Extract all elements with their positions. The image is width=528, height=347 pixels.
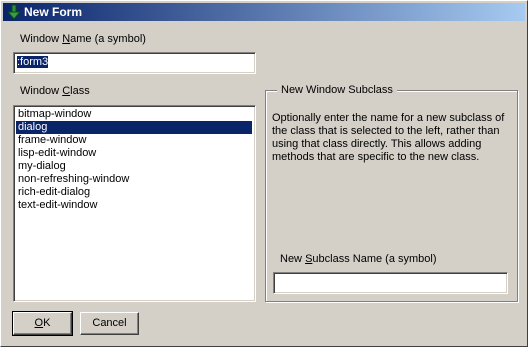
- subclass-name-label: New Subclass Name (a symbol): [280, 253, 437, 265]
- subclass-description: Optionally enter the name for a new subc…: [272, 112, 505, 163]
- window-name-input[interactable]: :form3: [13, 52, 256, 74]
- window-name-value: :form3: [17, 56, 49, 68]
- list-item[interactable]: my-dialog: [16, 160, 66, 173]
- window-title: New Form: [24, 5, 83, 19]
- subclass-name-input[interactable]: [273, 272, 508, 294]
- title-bar[interactable]: New Form: [3, 3, 525, 21]
- list-item[interactable]: rich-edit-dialog: [16, 186, 90, 199]
- list-item[interactable]: bitmap-window: [16, 108, 91, 121]
- new-form-dialog: New Form Window Name (a symbol) :form3 W…: [0, 0, 528, 347]
- window-name-label: Window Name (a symbol): [20, 33, 146, 45]
- list-item[interactable]: text-edit-window: [16, 199, 97, 212]
- group-title: New Window Subclass: [277, 84, 397, 96]
- window-class-label: Window Class: [20, 85, 90, 97]
- list-item[interactable]: lisp-edit-window: [16, 147, 96, 160]
- window-class-list[interactable]: bitmap-window dialog frame-window lisp-edit…: [13, 105, 256, 302]
- list-item[interactable]: frame-window: [16, 134, 86, 147]
- cancel-button[interactable]: Cancel: [80, 312, 139, 335]
- ok-button[interactable]: OK: [12, 311, 73, 336]
- app-down-arrow-icon: [6, 4, 22, 20]
- list-item[interactable]: non-refreshing-window: [16, 173, 129, 186]
- list-item[interactable]: dialog: [16, 121, 252, 134]
